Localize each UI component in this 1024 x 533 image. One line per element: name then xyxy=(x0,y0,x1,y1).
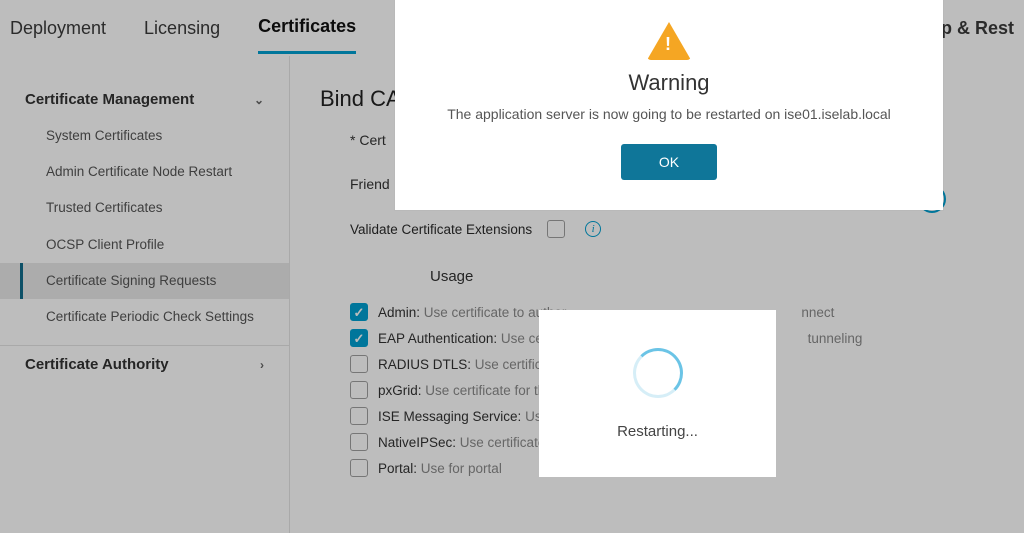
spinner-icon xyxy=(633,348,683,398)
warning-icon xyxy=(647,22,691,60)
restarting-text: Restarting... xyxy=(617,423,698,440)
restarting-modal: Restarting... xyxy=(539,310,776,477)
ok-button[interactable]: OK xyxy=(621,144,717,180)
warning-modal: Warning The application server is now go… xyxy=(395,0,943,210)
modal-message: The application server is now going to b… xyxy=(425,106,913,122)
modal-title: Warning xyxy=(425,70,913,96)
